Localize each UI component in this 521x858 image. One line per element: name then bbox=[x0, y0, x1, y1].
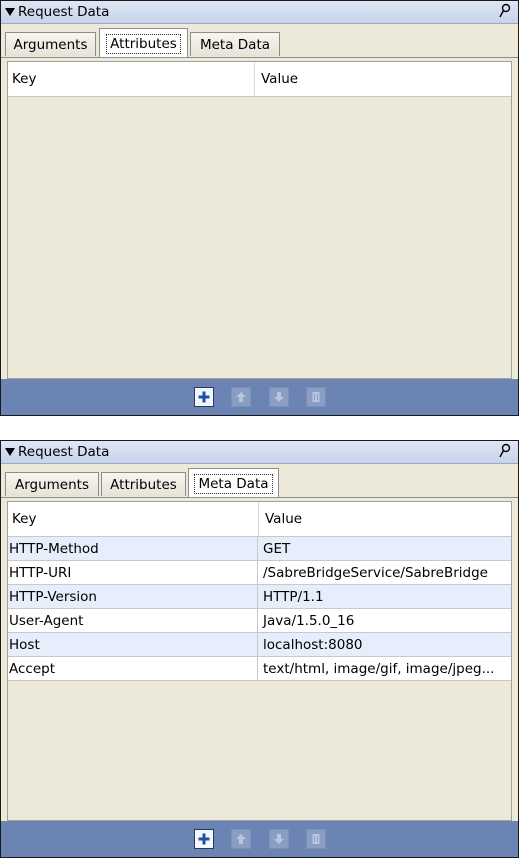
tab-meta-data[interactable]: Meta Data bbox=[188, 468, 279, 498]
column-header-value[interactable]: Value bbox=[255, 62, 511, 96]
value-cell[interactable]: /SabreBridgeService/SabreBridge bbox=[259, 561, 511, 584]
value-cell[interactable]: HTTP/1.1 bbox=[259, 585, 511, 608]
table-toolbar bbox=[1, 821, 518, 857]
value-cell[interactable]: Java/1.5.0_16 bbox=[259, 609, 511, 632]
tab-bar: Arguments Attributes Meta Data bbox=[1, 464, 518, 498]
tab-arguments[interactable]: Arguments bbox=[5, 32, 96, 56]
panel-title-bar[interactable]: Request Data bbox=[1, 441, 518, 464]
add-icon bbox=[198, 833, 210, 845]
move-down-icon bbox=[274, 834, 284, 844]
pin-icon[interactable] bbox=[498, 443, 512, 459]
pin-icon[interactable] bbox=[498, 3, 512, 19]
tab-underline bbox=[1, 497, 518, 498]
tab-bar: Arguments Attributes Meta Data bbox=[1, 24, 518, 58]
table-row[interactable]: HTTP-URI /SabreBridgeService/SabreBridge bbox=[8, 561, 511, 585]
move-down-button[interactable] bbox=[269, 829, 289, 849]
add-button[interactable] bbox=[194, 829, 214, 849]
move-up-icon bbox=[236, 392, 246, 402]
panel-title: Request Data bbox=[18, 444, 110, 460]
panel-title: Request Data bbox=[18, 4, 110, 20]
table-body: HTTP-Method GET HTTP-URI /SabreBridgeSer… bbox=[8, 537, 511, 681]
meta-data-table[interactable]: Key Value HTTP-Method GET HTTP-URI /Sabr… bbox=[7, 501, 512, 821]
delete-icon bbox=[312, 392, 320, 402]
tab-meta-data[interactable]: Meta Data bbox=[190, 32, 280, 56]
column-header-value[interactable]: Value bbox=[259, 502, 511, 536]
move-down-icon bbox=[274, 392, 284, 402]
move-up-icon bbox=[236, 834, 246, 844]
column-header-key[interactable]: Key bbox=[8, 62, 255, 96]
tab-underline bbox=[1, 57, 518, 58]
value-cell[interactable]: GET bbox=[259, 537, 511, 560]
table-row[interactable]: HTTP-Method GET bbox=[8, 537, 511, 561]
key-cell[interactable]: HTTP-Method bbox=[8, 537, 258, 560]
table-row[interactable]: Accept text/html, image/gif, image/jpeg.… bbox=[8, 657, 511, 681]
tab-arguments[interactable]: Arguments bbox=[5, 472, 99, 496]
add-icon bbox=[198, 391, 210, 403]
delete-icon bbox=[312, 834, 320, 844]
tab-attributes[interactable]: Attributes bbox=[99, 28, 188, 58]
table-header: Key Value bbox=[8, 62, 511, 97]
table-toolbar bbox=[1, 379, 518, 415]
table-row[interactable]: User-Agent Java/1.5.0_16 bbox=[8, 609, 511, 633]
key-cell[interactable]: Host bbox=[8, 633, 258, 656]
value-cell[interactable]: localhost:8080 bbox=[259, 633, 511, 656]
panel-title-bar[interactable]: Request Data bbox=[1, 1, 518, 24]
delete-button[interactable] bbox=[306, 387, 326, 407]
request-data-panel-attributes: Request Data Arguments Attributes Meta D… bbox=[0, 0, 519, 416]
key-cell[interactable]: HTTP-URI bbox=[8, 561, 258, 584]
collapse-triangle-icon[interactable] bbox=[5, 8, 15, 16]
collapse-triangle-icon[interactable] bbox=[5, 448, 15, 456]
request-data-panel-meta-data: Request Data Arguments Attributes Meta D… bbox=[0, 440, 519, 858]
table-header: Key Value bbox=[8, 502, 511, 537]
column-header-key[interactable]: Key bbox=[8, 502, 259, 536]
move-down-button[interactable] bbox=[269, 387, 289, 407]
move-up-button[interactable] bbox=[231, 829, 251, 849]
tab-attributes[interactable]: Attributes bbox=[101, 472, 186, 496]
table-row[interactable]: HTTP-Version HTTP/1.1 bbox=[8, 585, 511, 609]
value-cell[interactable]: text/html, image/gif, image/jpeg... bbox=[259, 657, 511, 680]
attributes-table[interactable]: Key Value bbox=[7, 61, 512, 379]
add-button[interactable] bbox=[194, 387, 214, 407]
move-up-button[interactable] bbox=[231, 387, 251, 407]
key-cell[interactable]: User-Agent bbox=[8, 609, 258, 632]
key-cell[interactable]: HTTP-Version bbox=[8, 585, 258, 608]
delete-button[interactable] bbox=[306, 829, 326, 849]
table-row[interactable]: Host localhost:8080 bbox=[8, 633, 511, 657]
key-cell[interactable]: Accept bbox=[8, 657, 258, 680]
